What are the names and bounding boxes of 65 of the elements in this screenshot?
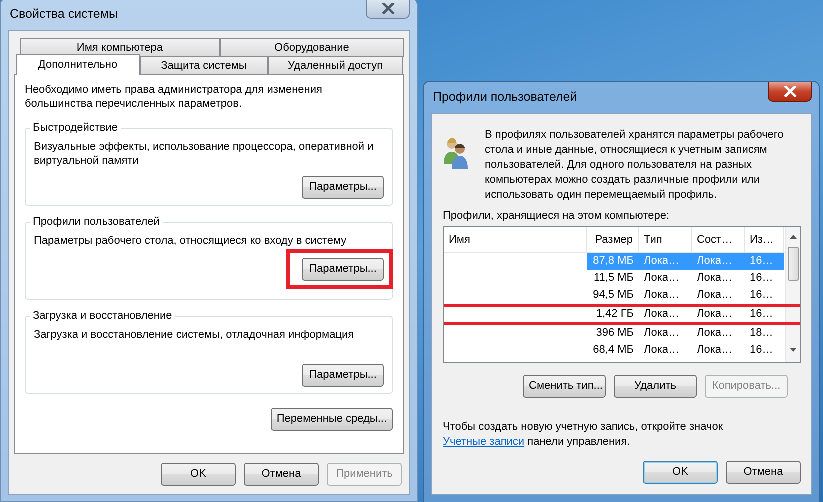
group-title: Быстродействие <box>30 120 121 135</box>
table-cell-text: 68,4 МБ <box>592 343 635 358</box>
table-cell-text: Лока… <box>696 271 734 286</box>
table-cell-text: 87,8 МБ <box>592 254 635 270</box>
dialog-button[interactable]: Сменить тип... <box>523 375 606 398</box>
group-title: Загрузка и восстановление <box>30 308 176 323</box>
tab[interactable]: Оборудование <box>220 38 404 57</box>
scroll-down-icon[interactable] <box>790 348 796 352</box>
table-cell-text: Лока… <box>696 326 734 342</box>
dialog-button[interactable]: Параметры... <box>302 258 384 281</box>
dialog-button[interactable]: OK <box>643 461 718 484</box>
control-panel-link[interactable]: Учетные записи <box>443 436 525 448</box>
description-text: В профилях пользователей хранятся параметры рабочего стола и иные данные, относящиеся к учетным записям пользователей. Для одного пользователя на разных компьютерах можно создать различные профили или использовать один перемещаемый профиль. <box>485 128 785 203</box>
users-icon <box>443 136 469 170</box>
footer-text: Чтобы создать новую учетную запись, откройте значок Учетные записи панели управления. <box>443 420 724 450</box>
table-cell-text: 1,42 ГБ <box>595 307 635 322</box>
table-cell-text: 16… <box>749 288 774 304</box>
close-button[interactable] <box>768 82 812 102</box>
table-cell-text: Лока… <box>643 271 681 286</box>
table-cell-text: Лока… <box>643 307 681 322</box>
environment-variables-button[interactable]: Переменные среды... <box>270 408 393 431</box>
group-title: Профили пользователей <box>30 214 163 229</box>
column-header[interactable]: Сост… <box>692 227 745 252</box>
dialog-button[interactable]: Удалить <box>614 375 697 398</box>
dialog-button[interactable]: Параметры... <box>302 176 384 200</box>
column-header[interactable]: Размер <box>587 227 639 252</box>
table-cell-text: Лока… <box>696 307 734 322</box>
group-description: Загрузка и восстановление системы, отладочная информация <box>34 328 356 342</box>
tab[interactable]: Дополнительно <box>16 54 140 75</box>
notice-text: Необходимо иметь права администратора для изменения большинства перечисленных параметров. <box>25 83 324 112</box>
scroll-up-icon[interactable] <box>790 235 796 240</box>
table-cell-text: 396 МБ <box>595 326 635 342</box>
dialog-button[interactable]: OK <box>161 463 236 486</box>
list-label: Профили, хранящиеся на этом компьютере: <box>443 209 671 224</box>
dialog-button[interactable]: Отмена <box>726 461 801 484</box>
close-button[interactable] <box>366 0 410 19</box>
table-cell-text: Лока… <box>643 343 681 358</box>
table-cell-text: 94,5 МБ <box>592 288 635 304</box>
table-cell-text: Лока… <box>696 254 734 270</box>
window-title: Свойства системы <box>9 6 118 23</box>
column-header[interactable]: Тип <box>639 227 692 252</box>
table-cell-text: 16… <box>749 343 774 358</box>
close-icon <box>784 86 796 97</box>
table-cell-text: Лока… <box>696 288 734 304</box>
group-description: Визуальные эффекты, использование процессора, оперативной и виртуальной памяти <box>34 140 375 168</box>
scroll-thumb[interactable] <box>788 247 798 282</box>
table-cell-text: 16… <box>749 307 774 322</box>
table-cell-text: 11,5 МБ <box>592 271 635 286</box>
column-header[interactable]: Из… <box>745 227 784 252</box>
table-cell-text: 18… <box>749 326 774 342</box>
dialog-button[interactable]: Отмена <box>244 463 319 486</box>
dialog-button[interactable]: Параметры... <box>302 364 384 387</box>
window-title: Профили пользователей <box>432 89 578 106</box>
table-cell-text: Лока… <box>643 254 681 270</box>
tab[interactable]: Удаленный доступ <box>268 56 403 75</box>
close-icon <box>382 3 394 14</box>
table-cell-text: Лока… <box>696 343 734 358</box>
table-cell-text: Лока… <box>643 326 681 342</box>
column-header[interactable]: Имя <box>444 227 587 252</box>
table-cell-text: Лока… <box>643 288 681 304</box>
scrollbar[interactable] <box>785 227 800 362</box>
table-cell-text: 16… <box>749 254 774 270</box>
group-description: Параметры рабочего стола, относящиеся ко входу в систему <box>34 234 348 248</box>
table-cell-text: 16… <box>749 271 774 286</box>
tab[interactable]: Защита системы <box>140 56 268 75</box>
